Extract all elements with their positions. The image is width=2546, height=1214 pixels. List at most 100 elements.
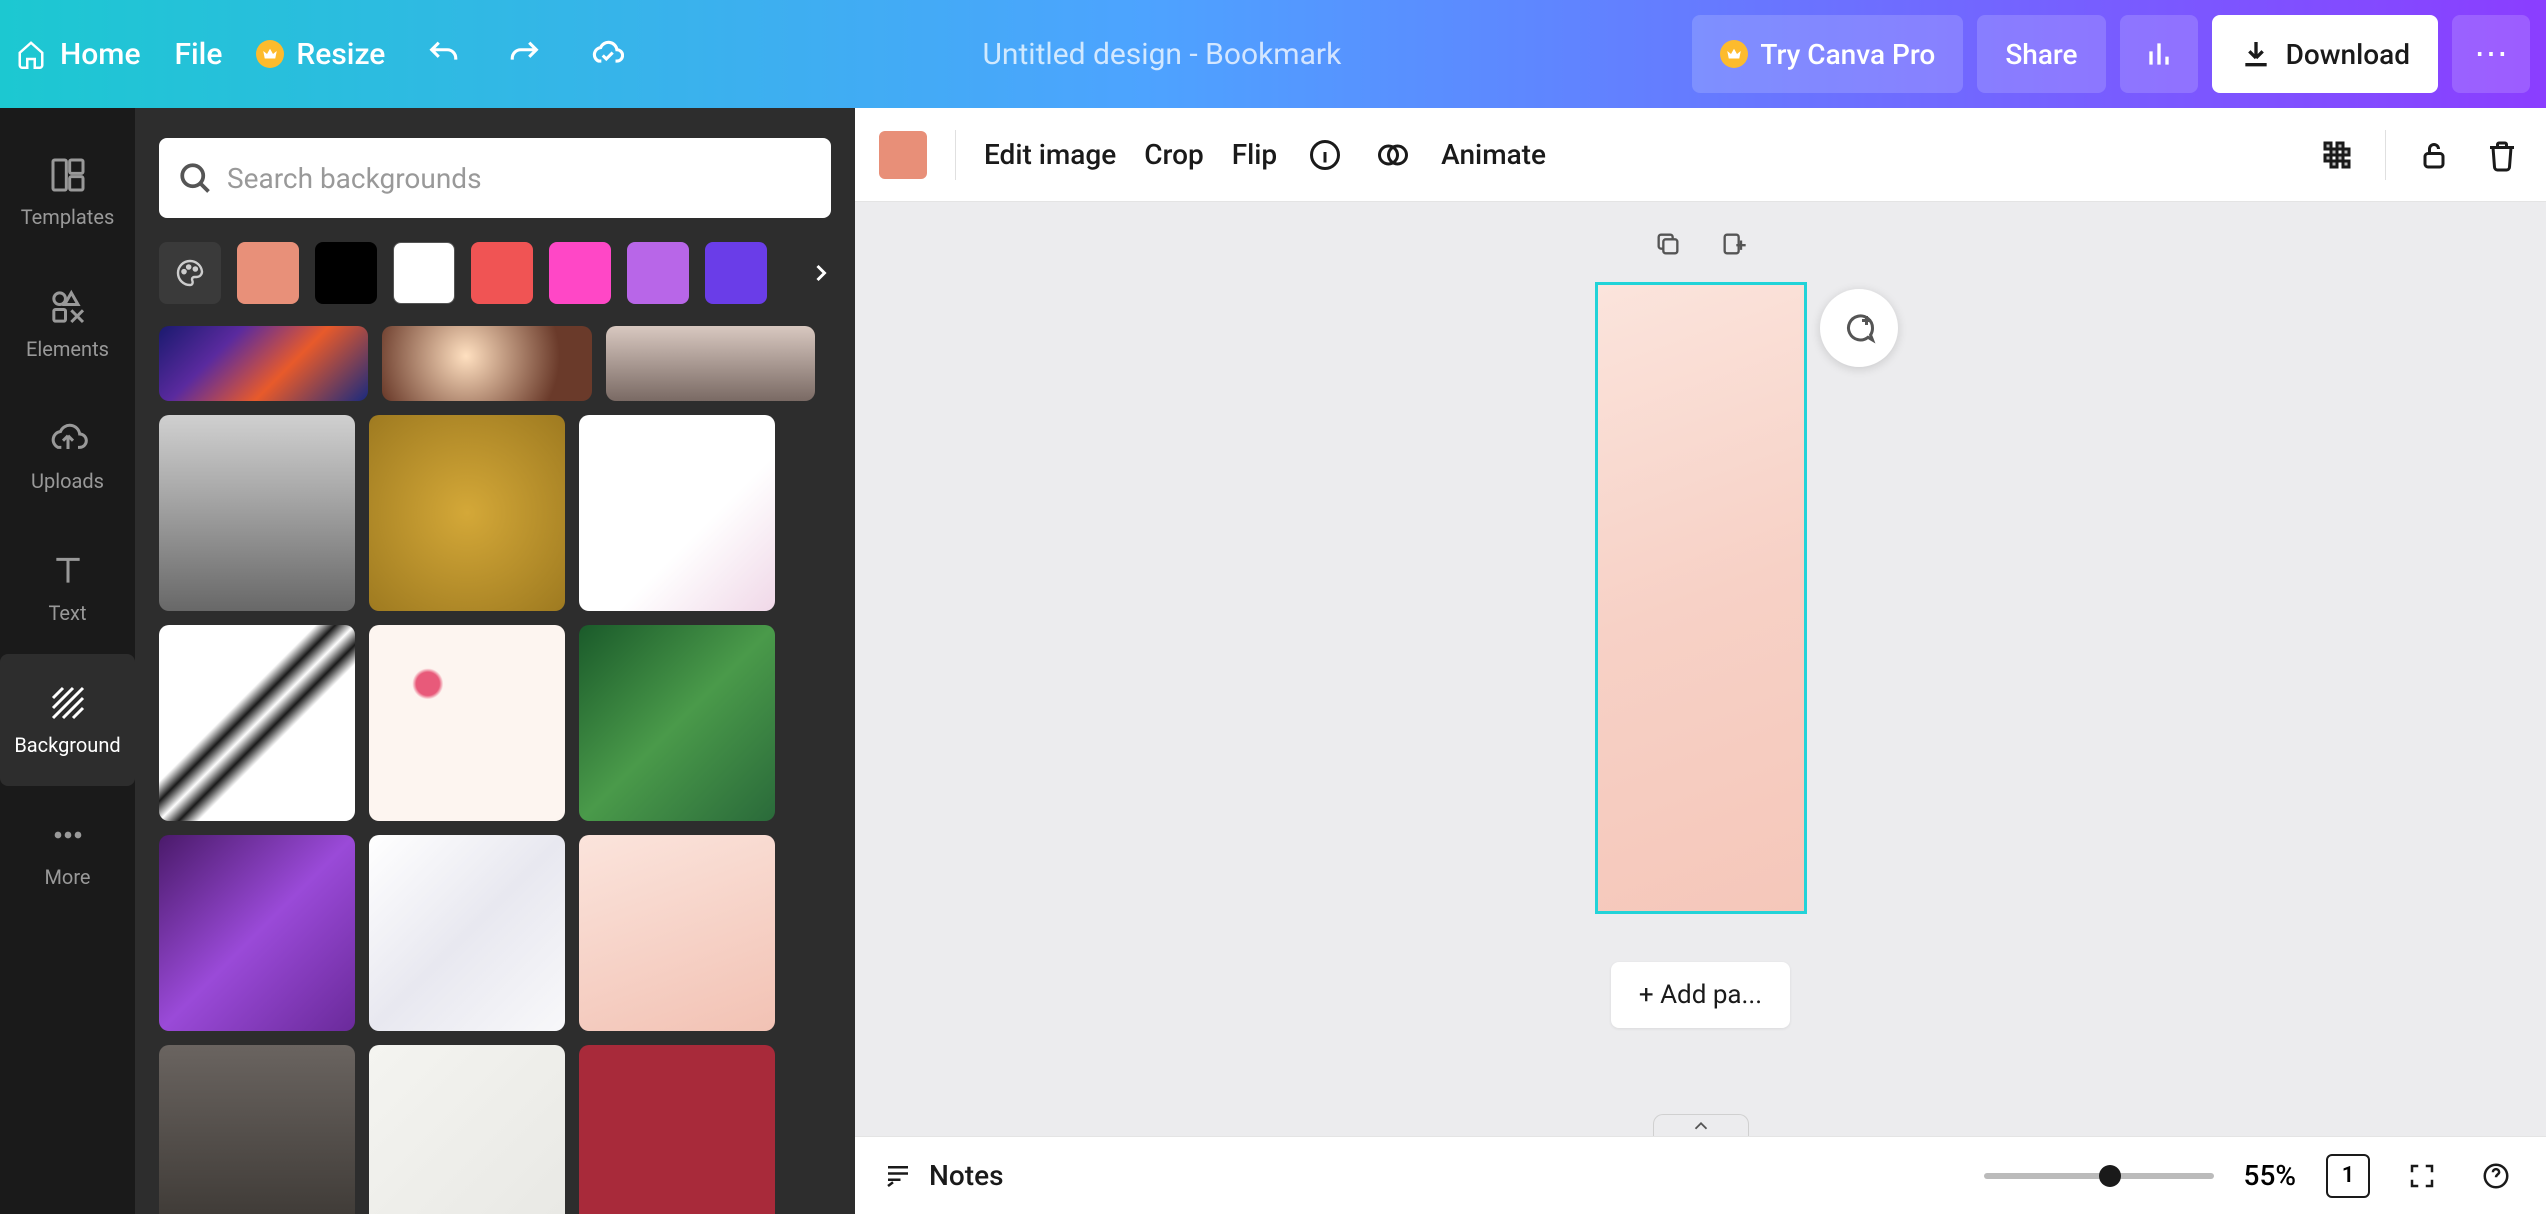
bg-thumb[interactable]: [579, 415, 775, 611]
canvas-toolbar: Edit image Crop Flip Animate: [855, 108, 2546, 202]
nav-uploads-label: Uploads: [31, 469, 104, 493]
zoom-slider[interactable]: [1984, 1173, 2214, 1179]
crop-button[interactable]: Crop: [1144, 138, 1203, 171]
chevron-up-icon: [1690, 1115, 1712, 1137]
edit-image-button[interactable]: Edit image: [984, 138, 1116, 171]
help-button[interactable]: [2474, 1154, 2518, 1198]
notes-label: Notes: [929, 1159, 1003, 1192]
bg-thumb[interactable]: [159, 1045, 355, 1214]
nav-background[interactable]: Background: [0, 654, 135, 786]
color-swatch[interactable]: [471, 242, 533, 304]
zoom-thumb[interactable]: [2099, 1165, 2121, 1187]
nav-templates[interactable]: Templates: [0, 126, 135, 258]
topbar-center: Untitled design - Bookmark: [651, 37, 1672, 72]
search-wrap: [159, 138, 831, 218]
search-icon: [177, 160, 213, 196]
info-icon: [1307, 137, 1343, 173]
undo-button[interactable]: [419, 30, 467, 78]
notes-icon: [883, 1161, 913, 1191]
flip-button[interactable]: Flip: [1232, 138, 1277, 171]
cloud-sync-button[interactable]: [583, 30, 631, 78]
background-grid[interactable]: [159, 326, 831, 1214]
add-comment-button[interactable]: [1820, 289, 1898, 367]
bg-thumb[interactable]: [369, 415, 565, 611]
redo-button[interactable]: [501, 30, 549, 78]
add-page-button[interactable]: [1716, 226, 1752, 262]
topbar-right: Try Canva Pro Share Download ⋯: [1692, 15, 2530, 93]
color-scroll-right[interactable]: [795, 242, 835, 304]
download-icon: [2240, 38, 2272, 70]
try-pro-label: Try Canva Pro: [1760, 38, 1935, 71]
templates-icon: [48, 155, 88, 195]
document-title[interactable]: Untitled design - Bookmark: [982, 37, 1341, 72]
animate-button[interactable]: Animate: [1441, 138, 1546, 171]
bg-thumb[interactable]: [159, 415, 355, 611]
color-swatch[interactable]: [627, 242, 689, 304]
page-number-badge[interactable]: 1: [2326, 1154, 2370, 1198]
bg-thumb[interactable]: [159, 326, 368, 401]
color-swatch[interactable]: [705, 242, 767, 304]
nav-text[interactable]: Text: [0, 522, 135, 654]
canvas-viewport[interactable]: + Add pa...: [855, 202, 2546, 1136]
zoom-value[interactable]: 55%: [2244, 1159, 2296, 1192]
undo-icon: [426, 37, 460, 71]
fullscreen-button[interactable]: [2400, 1154, 2444, 1198]
palette-icon: [174, 257, 206, 289]
effects-button[interactable]: [1373, 135, 1413, 175]
chevron-right-icon: [807, 259, 835, 287]
delete-button[interactable]: [2482, 135, 2522, 175]
nav-more[interactable]: More: [0, 786, 135, 918]
bg-thumb[interactable]: [369, 1045, 565, 1214]
share-button[interactable]: Share: [1977, 15, 2105, 93]
design-page[interactable]: [1595, 282, 1807, 914]
bg-thumb[interactable]: [382, 326, 591, 401]
redo-icon: [508, 37, 542, 71]
add-page-label-button[interactable]: + Add pa...: [1611, 962, 1790, 1028]
transparency-button[interactable]: [2317, 135, 2357, 175]
topbar-left: Home File Resize: [16, 30, 631, 78]
trash-icon: [2484, 137, 2520, 173]
body: Templates Elements Uploads Text Backgrou…: [0, 108, 2546, 1214]
color-picker-button[interactable]: [159, 242, 221, 304]
color-swatch[interactable]: [237, 242, 299, 304]
expand-pages-tab[interactable]: [1653, 1114, 1749, 1136]
more-button[interactable]: ⋯: [2452, 15, 2530, 93]
download-button[interactable]: Download: [2212, 15, 2438, 93]
left-nav: Templates Elements Uploads Text Backgrou…: [0, 108, 135, 1214]
nav-elements[interactable]: Elements: [0, 258, 135, 390]
lock-button[interactable]: [2414, 135, 2454, 175]
add-page-icon: [1720, 230, 1748, 258]
bg-thumb[interactable]: [579, 1045, 775, 1214]
selected-color-swatch[interactable]: [879, 131, 927, 179]
topbar: Home File Resize Untitled design - Bookm…: [0, 0, 2546, 108]
text-icon: [48, 551, 88, 591]
insights-button[interactable]: [2120, 15, 2198, 93]
resize-label: Resize: [296, 37, 385, 72]
duplicate-page-button[interactable]: [1650, 226, 1686, 262]
bg-thumb[interactable]: [369, 835, 565, 1031]
duplicate-icon: [1654, 230, 1682, 258]
bar-chart-icon: [2143, 38, 2175, 70]
bg-thumb[interactable]: [606, 326, 815, 401]
help-icon: [2481, 1161, 2511, 1191]
info-button[interactable]: [1305, 135, 1345, 175]
nav-elements-label: Elements: [26, 337, 109, 361]
bottombar: Notes 55% 1: [855, 1136, 2546, 1214]
bg-thumb[interactable]: [369, 625, 565, 821]
try-pro-button[interactable]: Try Canva Pro: [1692, 15, 1963, 93]
bg-thumb[interactable]: [579, 625, 775, 821]
color-swatch[interactable]: [393, 242, 455, 304]
home-label: Home: [60, 37, 141, 72]
notes-button[interactable]: Notes: [883, 1159, 1003, 1192]
nav-uploads[interactable]: Uploads: [0, 390, 135, 522]
bg-thumb[interactable]: [579, 835, 775, 1031]
color-swatch[interactable]: [315, 242, 377, 304]
file-button[interactable]: File: [175, 37, 223, 72]
color-swatch[interactable]: [549, 242, 611, 304]
bg-thumb[interactable]: [159, 835, 355, 1031]
search-input[interactable]: [227, 162, 813, 195]
more-icon: [48, 815, 88, 855]
bg-thumb[interactable]: [159, 625, 355, 821]
resize-button[interactable]: Resize: [256, 37, 385, 72]
home-button[interactable]: Home: [16, 37, 141, 72]
